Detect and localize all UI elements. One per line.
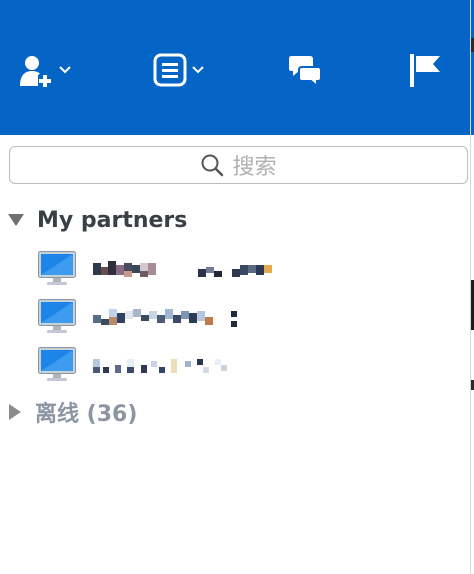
group-label: 离线 (36) xyxy=(35,402,138,427)
flag-icon xyxy=(410,54,440,87)
chevron-down-icon xyxy=(59,66,71,74)
partner-name-redacted xyxy=(93,259,293,279)
group-my-partners[interactable]: My partners xyxy=(8,206,187,234)
add-user-icon xyxy=(20,56,52,88)
computers-list-button[interactable] xyxy=(153,51,204,89)
partner-name-redacted xyxy=(93,355,293,375)
partner-row[interactable] xyxy=(38,299,458,333)
search-input[interactable]: 搜索 xyxy=(9,146,468,184)
group-offline[interactable]: 离线 (36) xyxy=(8,398,138,427)
computer-monitor-icon xyxy=(38,347,76,381)
partner-row[interactable] xyxy=(38,347,458,381)
add-partner-button[interactable] xyxy=(18,51,71,89)
triangle-right-icon xyxy=(9,404,21,420)
search-icon xyxy=(201,154,224,177)
partner-row[interactable] xyxy=(38,251,458,285)
search-placeholder: 搜索 xyxy=(232,155,277,180)
chat-icon xyxy=(289,56,322,88)
partner-name-redacted xyxy=(93,307,293,327)
group-label: My partners xyxy=(37,207,188,233)
chevron-down-icon xyxy=(192,66,204,74)
list-icon xyxy=(153,53,187,87)
computer-monitor-icon xyxy=(38,251,76,285)
computer-monitor-icon xyxy=(38,299,76,333)
chat-button[interactable] xyxy=(288,51,324,89)
alerts-button[interactable] xyxy=(408,51,442,89)
triangle-down-icon xyxy=(8,214,24,226)
top-toolbar xyxy=(0,0,474,135)
